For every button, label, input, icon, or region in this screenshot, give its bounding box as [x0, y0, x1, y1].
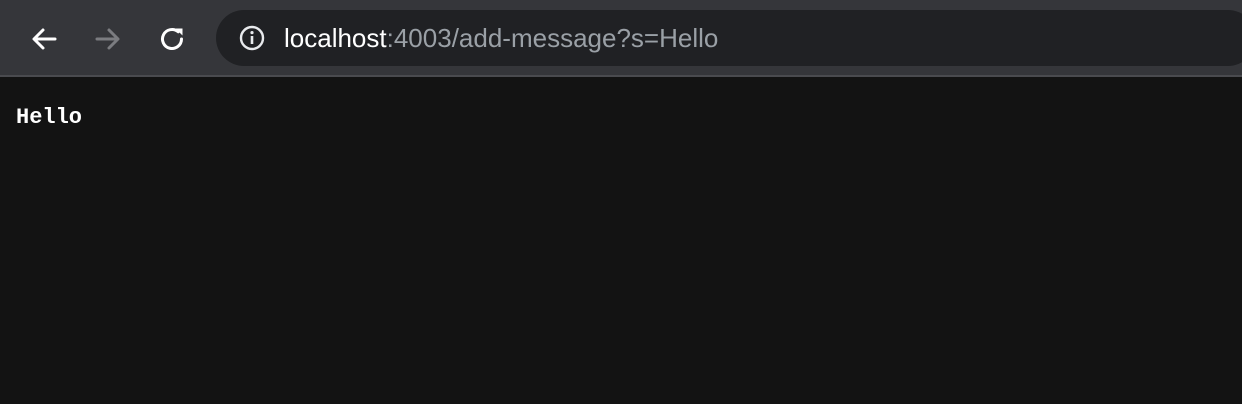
arrow-left-icon [32, 28, 57, 50]
arrow-right-icon [95, 28, 120, 50]
back-button[interactable] [24, 19, 64, 59]
page-message: Hello [16, 105, 83, 130]
url-host: localhost [284, 23, 387, 53]
address-bar[interactable]: localhost:4003/add-message?s=Hello [216, 10, 1242, 66]
info-icon[interactable] [239, 25, 265, 51]
toolbar-divider [0, 75, 1242, 77]
reload-button[interactable] [152, 19, 192, 59]
browser-toolbar: localhost:4003/add-message?s=Hello [0, 0, 1242, 75]
url-path: :4003/add-message?s=Hello [386, 23, 719, 53]
url-text[interactable]: localhost:4003/add-message?s=Hello [284, 10, 718, 66]
reload-icon [161, 28, 183, 50]
forward-button[interactable] [88, 19, 128, 59]
